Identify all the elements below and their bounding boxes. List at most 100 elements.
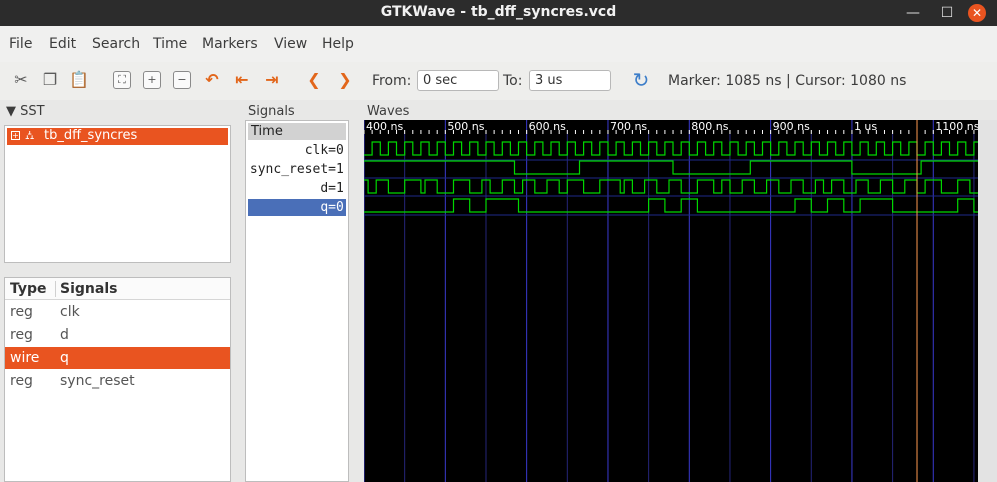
signal-name: q [60, 350, 69, 366]
zoom-fit-button[interactable]: ⛶ [113, 71, 131, 89]
signal-entry-name: q [320, 200, 329, 215]
zoom-in-icon: + [147, 73, 157, 86]
waveform-clk [364, 141, 978, 156]
zoom-out-button[interactable]: − [173, 71, 191, 89]
maximize-button[interactable]: ☐ [932, 0, 962, 26]
signal-type: wire [10, 350, 40, 366]
signal-entry-value: 1 [336, 162, 344, 177]
signal-entry-clk[interactable]: clk= 0 [248, 142, 346, 159]
menu-markers[interactable]: Markers [202, 36, 258, 52]
sst-tree-item[interactable]: + ⛼ tb_dff_syncres [7, 128, 228, 145]
paste-button[interactable]: 📋 [68, 69, 90, 91]
signal-row-q[interactable]: wire q [5, 347, 230, 369]
signal-type: reg [10, 373, 33, 389]
sst-title: SST [20, 104, 45, 119]
go-end-icon: ⇥ [265, 70, 279, 89]
time-row: Time [248, 123, 346, 140]
marker-cursor-status: Marker: 1085 ns | Cursor: 1080 ns [668, 73, 906, 89]
menu-bar: File Edit Search Time Markers View Help [0, 26, 997, 62]
ruler-tick-label: 700 ns [610, 120, 647, 133]
chevron-left-icon: ❮ [307, 70, 321, 89]
zoom-start-button[interactable]: ⇤ [231, 69, 253, 91]
cut-button[interactable]: ✂ [10, 69, 32, 91]
sst-signal-list: Type Signals reg clk reg d wire q reg sy… [4, 277, 231, 482]
minimize-button[interactable]: — [898, 0, 928, 26]
to-input[interactable]: 3 us [529, 70, 611, 91]
signal-entry-name: d [320, 181, 329, 196]
menu-help[interactable]: Help [322, 36, 354, 52]
prev-page-button[interactable]: ❮ [303, 69, 325, 91]
waves-vertical-scrollbar[interactable] [978, 120, 997, 482]
zoom-out-icon: − [177, 73, 187, 86]
signals-column-header[interactable]: Signals [60, 281, 117, 297]
signal-entry-q[interactable]: q= 0 [248, 199, 346, 216]
menu-edit[interactable]: Edit [49, 36, 76, 52]
signals-panel-title: Signals [248, 104, 295, 119]
next-page-button[interactable]: ❯ [334, 69, 356, 91]
from-input[interactable]: 0 sec [417, 70, 499, 91]
copy-button[interactable]: ❐ [39, 69, 61, 91]
type-column-header[interactable]: Type [10, 281, 47, 297]
maximize-icon: ☐ [940, 5, 954, 21]
cut-icon: ✂ [14, 70, 28, 89]
close-button[interactable]: ✕ [962, 0, 992, 26]
menu-view[interactable]: View [274, 36, 307, 52]
triangle-down-icon: ▼ [6, 104, 16, 119]
zoom-in-button[interactable]: + [143, 71, 161, 89]
close-icon: ✕ [968, 4, 986, 22]
signal-entry-name: sync_reset [249, 162, 329, 177]
minimize-icon: — [906, 5, 920, 21]
zoom-fit-icon: ⛶ [118, 73, 126, 86]
signal-type: reg [10, 304, 33, 320]
cursor-readout: Cursor: 1080 ns [795, 73, 907, 89]
undo-icon: ↶ [205, 70, 219, 89]
signal-type: reg [10, 327, 33, 343]
sst-signal-list-header: Type Signals [5, 278, 230, 300]
sst-tree: + ⛼ tb_dff_syncres [4, 125, 231, 263]
ruler-tick-label: 600 ns [529, 120, 566, 133]
waveform-q [364, 198, 978, 213]
from-label: From: [372, 73, 412, 89]
waves-panel[interactable]: 400 ns 500 ns 600 ns 700 ns 800 ns 900 ns 1 us… [364, 120, 978, 482]
status-separator: | [786, 73, 791, 89]
signal-row-clk[interactable]: reg clk [5, 301, 230, 323]
window-title: GTKWave - tb_dff_syncres.vcd [380, 4, 617, 20]
copy-icon: ❐ [42, 70, 58, 89]
go-start-icon: ⇤ [235, 70, 249, 89]
expand-icon[interactable]: + [11, 131, 20, 140]
zoom-end-button[interactable]: ⇥ [261, 69, 283, 91]
menu-file[interactable]: File [9, 36, 32, 52]
waves-panel-title: Waves [367, 104, 410, 119]
signal-row-d[interactable]: reg d [5, 324, 230, 346]
signal-entry-d[interactable]: d= 1 [248, 180, 346, 197]
waveform-canvas[interactable]: 400 ns 500 ns 600 ns 700 ns 800 ns 900 ns 1 us… [364, 120, 978, 482]
column-divider [55, 281, 56, 297]
signal-row-sync-reset[interactable]: reg sync_reset [5, 370, 230, 392]
reload-icon: ↻ [632, 68, 650, 92]
signals-panel: Time clk= 0 sync_reset= 1 d= 1 q= 0 [245, 120, 349, 482]
hierarchy-icon: ⛼ [25, 128, 35, 142]
reload-button[interactable]: ↻ [630, 69, 652, 91]
to-label: To: [503, 73, 523, 89]
paste-icon: 📋 [69, 70, 89, 89]
sst-tree-item-label: tb_dff_syncres [44, 128, 138, 143]
signal-name: d [60, 327, 69, 343]
waveform-sync-reset [364, 160, 978, 175]
menu-search[interactable]: Search [92, 36, 140, 52]
signal-entry-sync-reset[interactable]: sync_reset= 1 [248, 161, 346, 178]
title-bar: GTKWave - tb_dff_syncres.vcd — ☐ ✕ [0, 0, 997, 26]
marker-readout: Marker: 1085 ns [668, 73, 782, 89]
sst-header[interactable]: ▼ SST [6, 104, 45, 119]
ruler-tick-label: 900 ns [773, 120, 810, 133]
ruler-tick-label: 400 ns [366, 120, 403, 133]
ruler-tick-label: 500 ns [447, 120, 484, 133]
undo-zoom-button[interactable]: ↶ [201, 69, 223, 91]
signal-entry-name: clk [304, 143, 329, 158]
signal-entry-value: 0 [336, 200, 344, 215]
menu-time[interactable]: Time [153, 36, 187, 52]
waveform-d [364, 179, 978, 194]
toolbar: ✂ ❐ 📋 ⛶ + − ↶ ⇤ ⇥ ❮ ❯ From: 0 sec To: 3 … [0, 62, 997, 100]
signal-name: sync_reset [60, 373, 135, 389]
ruler-tick-label: 800 ns [691, 120, 728, 133]
chevron-right-icon: ❯ [338, 70, 352, 89]
